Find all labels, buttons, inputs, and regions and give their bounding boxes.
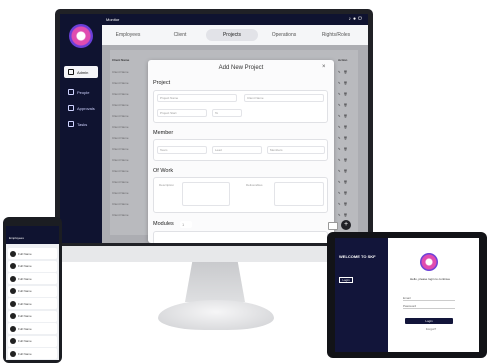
section-member-heading: Member [153,130,174,136]
list-item[interactable]: Full Name [8,248,57,259]
sidebar-item-label: Admin [77,69,89,75]
deliverables-label: Deliverables [244,182,272,189]
description-input[interactable] [182,182,230,206]
project-end-field[interactable]: To [212,109,242,117]
avatar-icon [10,350,16,357]
avatar-icon [10,313,16,319]
section-of-work-heading: Of Work [153,168,174,174]
project-name-field[interactable]: Project Name [157,94,237,102]
list-item-label: Full Name [18,326,32,331]
section-project-heading: Project [153,80,171,86]
tab-bar: Employees Client Projects Operations Rig… [102,25,368,45]
close-icon[interactable]: × [322,64,326,70]
welcome-text: WELCOME TO SKF [339,254,376,259]
list-item-label: Full Name [18,276,32,281]
of-work-card: Description Deliverables [153,177,328,213]
forgot-link[interactable]: Forgot? [421,327,441,331]
section-modules-heading: Modules [153,221,174,227]
tab-projects[interactable]: Projects [206,29,258,41]
project-card: Project Name Client Name Project Start T… [153,90,328,123]
avatar-icon [10,325,16,332]
list-item[interactable]: Full Name [8,348,57,359]
people-icon [68,89,74,95]
team-field[interactable]: Team [157,146,207,154]
brand-logo-icon [69,24,93,48]
list-item[interactable]: Full Name [8,273,57,284]
list-item[interactable]: Full Name [8,298,57,309]
modules-count[interactable]: 1 [180,221,192,228]
list-item[interactable]: Full Name [8,260,57,272]
tab-employees[interactable]: Employees [102,32,154,38]
avatar-icon [10,288,16,294]
brand-logo-icon [420,253,438,271]
monitor-stand-neck [185,262,245,302]
sidebar-item-label: People [77,89,90,95]
top-bar: Monitor ♪●⏻ [102,14,368,25]
email-field[interactable]: Email [403,296,455,301]
modules-card [153,231,328,243]
tablet-screen: WELCOME TO SKF Login Hello, please login… [335,238,479,352]
description-label: Description [157,182,179,189]
list-item-label: Full Name [18,289,32,293]
tablet-welcome-panel: WELCOME TO SKF Login [335,238,388,352]
app-name: Monitor [106,17,120,22]
member-card: Team Lead Members [153,139,328,161]
admin-icon [68,69,74,75]
list-item-label: Full Name [18,251,32,256]
monitor-screen: Admin People Approvals Tasks Monitor ♪●⏻… [60,14,368,243]
phone-screen: Employees Full Name Full Name Full Name Ful… [6,226,59,360]
sidebar-item-label: Tasks [77,121,88,127]
members-field[interactable]: Members [267,146,325,154]
phone-header: Employees [6,226,59,244]
client-name-field[interactable]: Client Name [244,94,324,102]
avatar-icon [10,263,16,269]
monitor-chin [55,246,373,262]
sidebar-item-people[interactable]: People [64,86,98,98]
tab-operations[interactable]: Operations [258,32,310,38]
sidebar: Admin People Approvals Tasks [60,14,102,243]
approvals-icon [68,105,74,111]
tab-client[interactable]: Client [154,32,206,38]
list-item[interactable]: Full Name [8,285,57,297]
avatar-icon [10,275,16,282]
topbar-icons[interactable]: ♪●⏻ [349,16,365,22]
sidebar-item-label: Approvals [77,105,95,111]
password-field[interactable]: Password [403,304,455,309]
tablet-sub-button[interactable]: Login [339,277,353,283]
grid-view-icon[interactable] [328,222,338,230]
avatar-icon [10,300,16,307]
list-item-label: Full Name [18,301,32,306]
deliverables-input[interactable] [274,182,324,206]
phone-header-title: Employees [9,236,24,240]
monitor-stand-base [158,300,274,330]
lead-field[interactable]: Lead [212,146,262,154]
pin-icon [68,121,74,127]
sidebar-item-admin[interactable]: Admin [64,66,98,78]
list-item[interactable]: Full Name [8,310,57,322]
modal-title: Add New Project [218,65,264,71]
list-item[interactable]: Full Name [8,323,57,334]
login-prompt: Hello, please login to continue [409,277,451,281]
add-project-button[interactable]: + [341,220,351,230]
list-item-label: Full Name [18,339,32,343]
list-item-label: Full Name [18,351,32,356]
avatar-icon [10,338,16,344]
list-item[interactable]: Full Name [8,335,57,347]
sidebar-item-tasks[interactable]: Tasks [64,118,98,130]
logout-icon[interactable]: ⏻ [358,16,364,22]
avatar-icon [10,250,16,257]
add-project-modal: Add New Project × Project Project Name C… [148,60,334,243]
login-button[interactable]: Login [405,318,453,324]
list-item-label: Full Name [18,264,32,268]
sidebar-item-approvals[interactable]: Approvals [64,102,98,114]
project-start-field[interactable]: Project Start [157,109,207,117]
tab-rights-roles[interactable]: Rights/Roles [310,32,362,38]
list-item-label: Full Name [18,314,32,318]
